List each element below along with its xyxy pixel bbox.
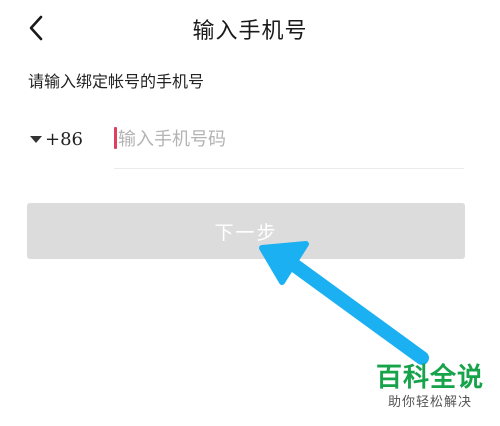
page-title: 输入手机号 [192, 19, 308, 44]
phone-field[interactable] [114, 122, 464, 169]
country-code-selector[interactable]: +86 [30, 126, 83, 152]
next-button[interactable]: 下一步 [27, 203, 465, 259]
watermark-subtitle: 助你轻松解决 [387, 395, 472, 410]
screen: 输入手机号 请输入绑定帐号的手机号 +86 下一步 百科全说 助你轻松解决 [0, 0, 500, 426]
country-code-label: +86 [45, 128, 83, 150]
phone-input[interactable] [118, 124, 448, 154]
text-cursor [114, 127, 117, 149]
caret-down-icon [30, 136, 42, 143]
form-subtitle: 请输入绑定帐号的手机号 [28, 72, 205, 91]
watermark-title: 百科全说 [375, 363, 484, 393]
watermark: 百科全说 助你轻松解决 [374, 362, 486, 412]
nav-bar: 输入手机号 [0, 0, 500, 58]
